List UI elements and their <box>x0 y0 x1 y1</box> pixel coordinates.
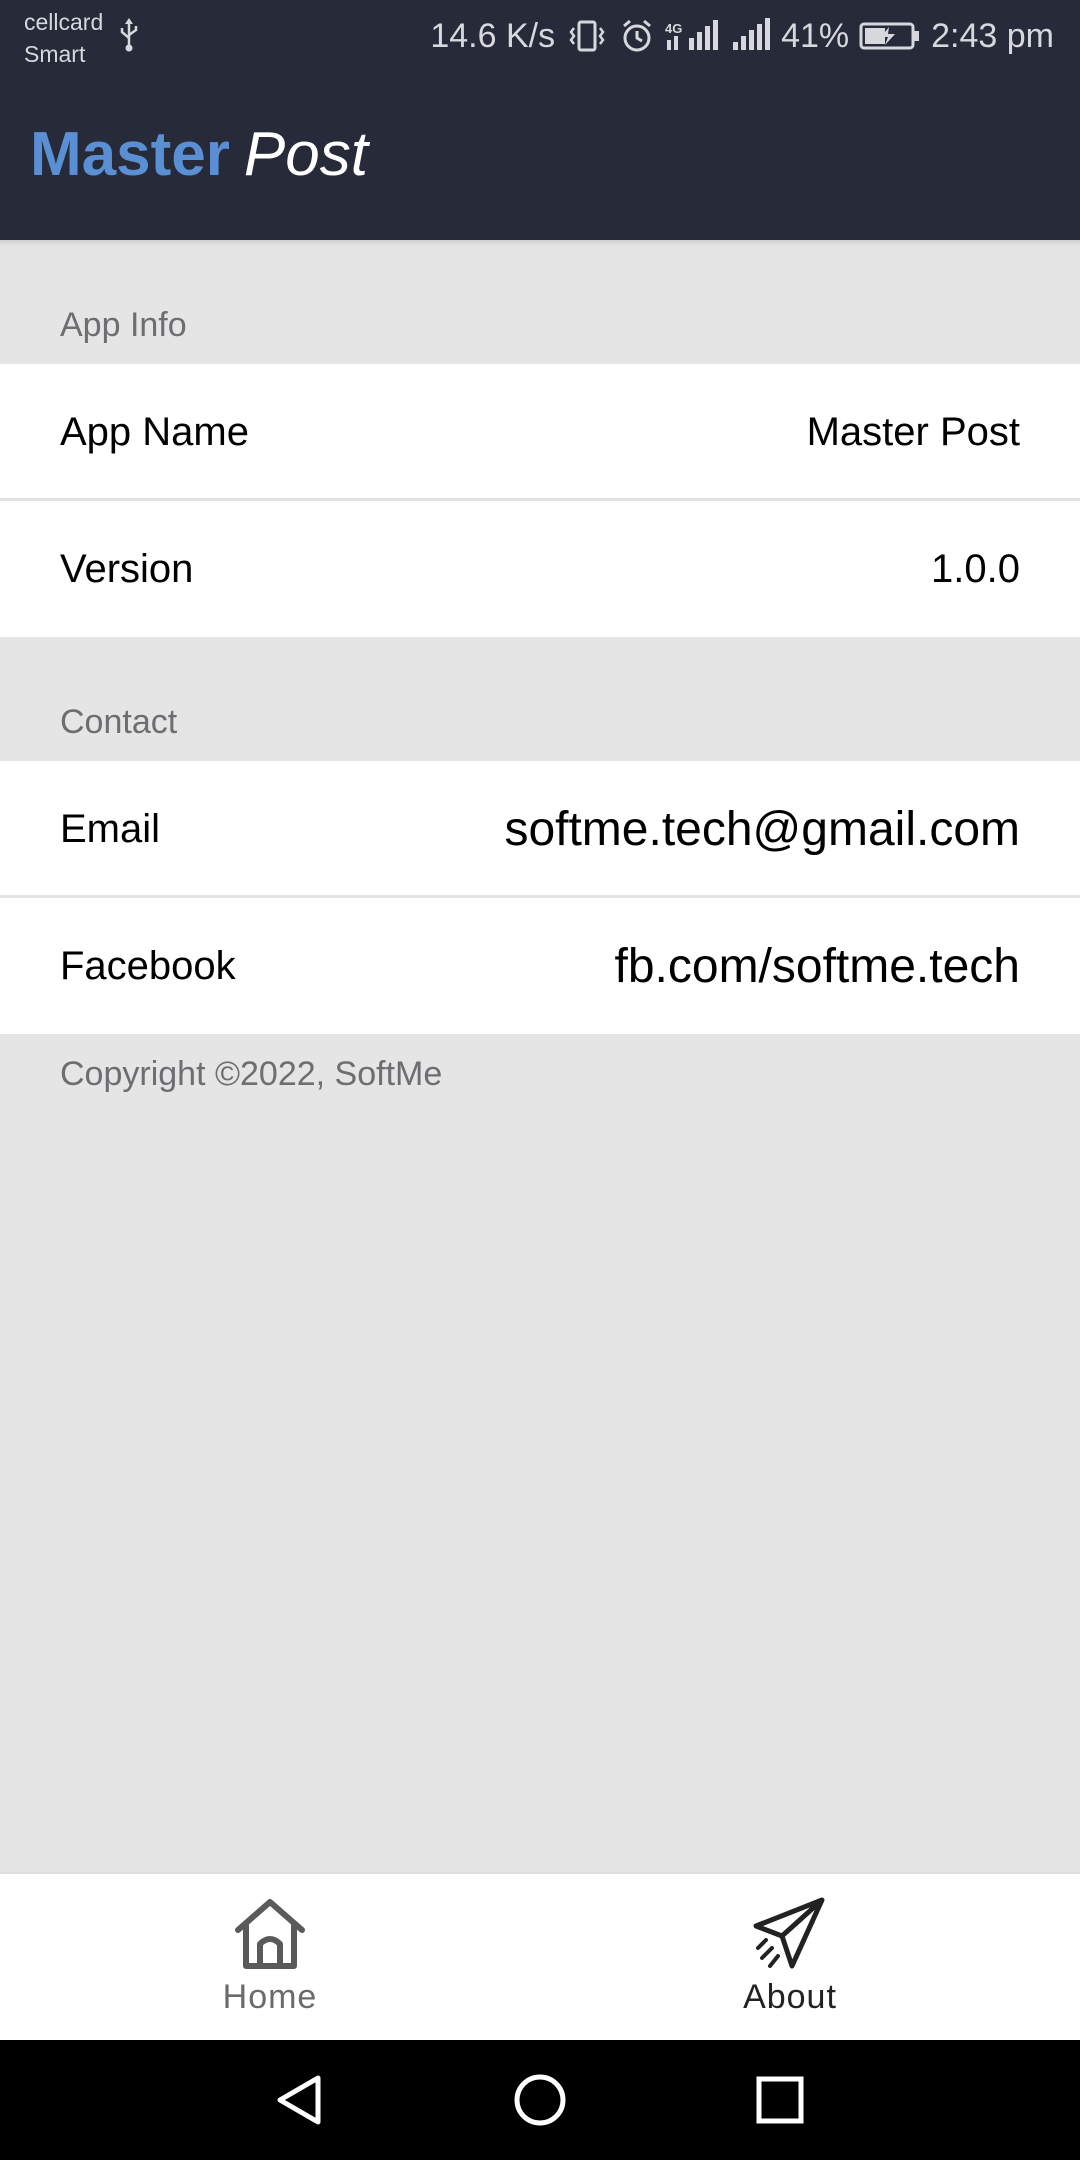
recents-square-icon[interactable] <box>750 2070 810 2135</box>
row-value: 1.0.0 <box>931 546 1020 591</box>
battery-percent: 41% <box>781 16 850 55</box>
row-label: Email <box>60 806 161 851</box>
paper-plane-icon <box>752 1896 828 1975</box>
usb-icon <box>118 18 140 57</box>
nav-item-home[interactable]: Home <box>0 1874 540 2042</box>
status-indicators: 14.6 K/s 4G 41% 2:43 pm <box>430 0 1054 72</box>
row-version: Version 1.0.0 <box>0 501 1080 637</box>
row-email[interactable]: Email softme.tech@gmail.com <box>0 761 1080 897</box>
copyright-text: Copyright ©2022, SoftMe <box>60 1055 443 1093</box>
facebook-link[interactable]: fb.com/softme.tech <box>615 939 1021 994</box>
battery-charging-icon <box>859 20 921 52</box>
status-bar: cellcard Smart 14.6 K/s 4G 41% 2:43 pm <box>0 0 1080 72</box>
app-bar: Master Post <box>0 72 1080 240</box>
nav-label-home: Home <box>222 1978 318 2016</box>
section-header-app-info: App Info <box>60 306 187 344</box>
clock-time: 2:43 pm <box>931 16 1054 55</box>
row-facebook[interactable]: Facebook fb.com/softme.tech <box>0 898 1080 1034</box>
bottom-navigation: Home About <box>0 1872 1080 2040</box>
carrier-name: cellcard <box>24 9 104 35</box>
app-title-master: Master <box>30 120 230 189</box>
signal-4g-icon: 4G <box>665 18 721 54</box>
section-header-contact: Contact <box>60 703 178 741</box>
home-circle-icon[interactable] <box>510 2070 570 2135</box>
about-screen: cellcard Smart 14.6 K/s 4G 41% 2:43 pm M… <box>0 0 1080 2160</box>
signal-icon <box>731 18 771 54</box>
system-navigation-bar <box>0 2040 1080 2160</box>
carrier-info: cellcard Smart <box>24 6 103 70</box>
row-label: Facebook <box>60 943 236 988</box>
network-speed: 14.6 K/s <box>430 16 556 55</box>
row-label: Version <box>60 546 194 591</box>
back-triangle-icon[interactable] <box>270 2070 330 2135</box>
app-bar-shadow <box>0 240 1080 246</box>
nav-item-about[interactable]: About <box>520 1874 1060 2042</box>
app-title: Master Post <box>30 124 368 186</box>
carrier-network: Smart <box>24 41 86 67</box>
app-title-post: Post <box>243 120 368 189</box>
alarm-icon <box>619 18 655 54</box>
row-app-name: App Name Master Post <box>0 364 1080 500</box>
email-link[interactable]: softme.tech@gmail.com <box>504 802 1020 857</box>
home-icon <box>232 1896 308 1975</box>
row-value: Master Post <box>806 409 1020 454</box>
svg-text:4G: 4G <box>665 21 682 36</box>
nav-label-about: About <box>743 1978 837 2016</box>
row-label: App Name <box>60 409 249 454</box>
vibrate-icon <box>565 18 609 54</box>
